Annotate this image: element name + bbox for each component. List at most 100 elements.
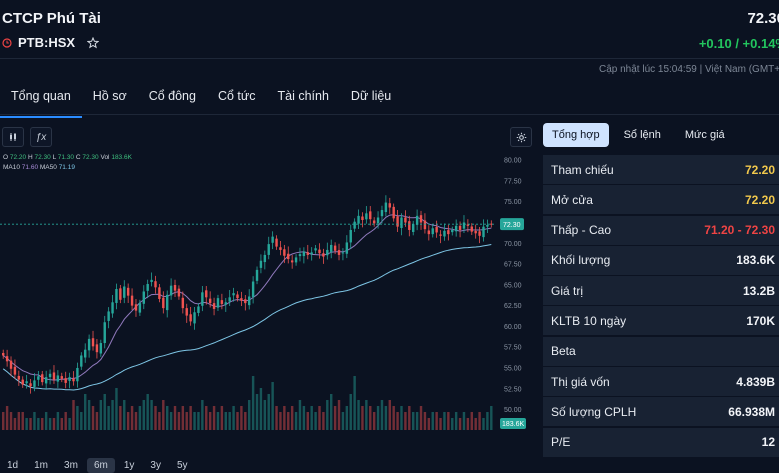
volume-bar — [275, 406, 278, 430]
timeframe-6m[interactable]: 6m — [86, 458, 115, 473]
candle-body — [478, 231, 481, 236]
volume-bar — [318, 406, 321, 430]
volume-bar — [431, 412, 434, 430]
volume-bar — [404, 412, 407, 430]
current-price: 72.30 — [747, 10, 779, 27]
candle-body — [412, 224, 415, 232]
candle-body — [64, 378, 67, 383]
candle-body — [408, 221, 411, 230]
volume-bar — [345, 406, 349, 430]
candle-body — [431, 228, 434, 235]
star-icon[interactable] — [87, 36, 100, 49]
timeframe-3y[interactable]: 3y — [143, 458, 168, 473]
candle-body — [13, 366, 17, 375]
timeframe-selector: 1d 1m 3m 6m 1y 3y 5y — [0, 458, 195, 473]
tab-co-tuc[interactable]: Cổ tức — [207, 80, 267, 110]
stat-row-open: Mở cửa 72.20 — [543, 185, 779, 215]
volume-bar — [119, 406, 122, 430]
volume-bar — [103, 394, 106, 430]
candle-body — [228, 297, 231, 302]
volume-bar — [447, 412, 450, 430]
volume-bar — [9, 412, 13, 430]
candle-body — [443, 230, 446, 237]
tab-ho-so[interactable]: Hồ sơ — [82, 80, 138, 110]
volume-bar — [142, 400, 145, 430]
candle-body — [396, 216, 399, 227]
volume-bar — [372, 412, 376, 430]
candle-body — [158, 287, 161, 299]
candle-body — [365, 213, 368, 220]
candle-body — [87, 338, 91, 351]
volume-bar — [251, 376, 255, 430]
volume-bar — [290, 406, 294, 430]
timeframe-1m[interactable]: 1m — [27, 458, 55, 473]
volume-bar — [37, 418, 40, 430]
chart-legend: O 72.20 H 72.30 L 71.30 C 72.30 Vol 183.… — [3, 154, 132, 171]
candle-body — [439, 234, 442, 236]
candle-body — [400, 217, 403, 228]
candle-body — [103, 322, 106, 344]
volume-bar — [44, 412, 48, 430]
candle-body — [451, 229, 454, 233]
side-tab-muc-gia[interactable]: Mức giá — [676, 123, 734, 147]
candle-body — [91, 338, 95, 347]
volume-bar — [76, 406, 79, 430]
candle-body — [474, 230, 477, 234]
volume-bar — [2, 412, 5, 430]
legend-ma50: 71.19 — [58, 164, 75, 171]
volume-bar — [248, 400, 251, 430]
y-tick-label: 57.50 — [504, 345, 522, 352]
tab-co-dong[interactable]: Cổ đông — [138, 80, 207, 110]
volume-bar — [255, 394, 259, 430]
candle-body — [41, 374, 44, 383]
side-tab-so-lenh[interactable]: Sổ lệnh — [615, 123, 670, 147]
volume-bar — [322, 412, 325, 430]
volume-bar — [228, 412, 231, 430]
tabs-divider — [0, 114, 779, 115]
timeframe-5y[interactable]: 5y — [170, 458, 195, 473]
indicator-button[interactable]: ƒx — [30, 127, 52, 147]
volume-bar — [388, 400, 391, 430]
volume-bar — [193, 412, 196, 430]
tab-tong-quan[interactable]: Tổng quan — [0, 80, 82, 118]
stat-row-market-cap: Thị giá vốn 4.839B — [543, 367, 779, 397]
price-chart[interactable]: 80.0077.5075.0072.5070.0067.5065.0062.50… — [0, 150, 528, 448]
tab-tai-chinh[interactable]: Tài chính — [267, 80, 340, 110]
volume-bar — [87, 400, 91, 430]
volume-bar — [91, 406, 95, 430]
stat-row-value: Giá trị 13.2B — [543, 276, 779, 306]
y-tick-label: 60.00 — [504, 324, 522, 331]
volume-bar — [396, 412, 399, 430]
volume-bar — [56, 412, 60, 430]
side-tab-tong-hop[interactable]: Tổng hợp — [543, 123, 609, 147]
timeframe-1y[interactable]: 1y — [117, 458, 142, 473]
volume-bar — [84, 394, 87, 430]
y-tick-label: 75.00 — [504, 199, 522, 206]
volume-bar — [435, 412, 438, 430]
timeframe-1d[interactable]: 1d — [0, 458, 25, 473]
tab-du-lieu[interactable]: Dữ liệu — [340, 80, 402, 110]
candle-body — [279, 247, 282, 250]
candle-body — [427, 230, 431, 235]
volume-bar — [68, 418, 71, 430]
volume-bar — [361, 406, 364, 430]
candlestick-type-button[interactable] — [2, 127, 24, 147]
volume-bar — [279, 412, 282, 430]
candle-body — [107, 311, 110, 321]
volume-bar — [17, 412, 21, 430]
volume-bar — [310, 406, 313, 430]
chart-settings-button[interactable] — [510, 127, 532, 147]
volume-bar — [25, 418, 28, 430]
candle-body — [177, 288, 181, 297]
header-divider — [0, 58, 779, 59]
candle-body — [447, 230, 450, 235]
stat-row-pe: P/E 12 — [543, 427, 779, 457]
ticker-code: PTB:HSX — [18, 35, 76, 50]
y-tick-label: 62.50 — [504, 303, 522, 310]
volume-bar — [482, 418, 485, 430]
volume-bar — [365, 400, 368, 430]
last-updated: Cập nhật lúc 15:04:59 | Việt Nam (GMT+7) — [598, 64, 779, 75]
timeframe-3m[interactable]: 3m — [57, 458, 85, 473]
candle-body — [37, 376, 40, 380]
volume-bar — [283, 406, 286, 430]
